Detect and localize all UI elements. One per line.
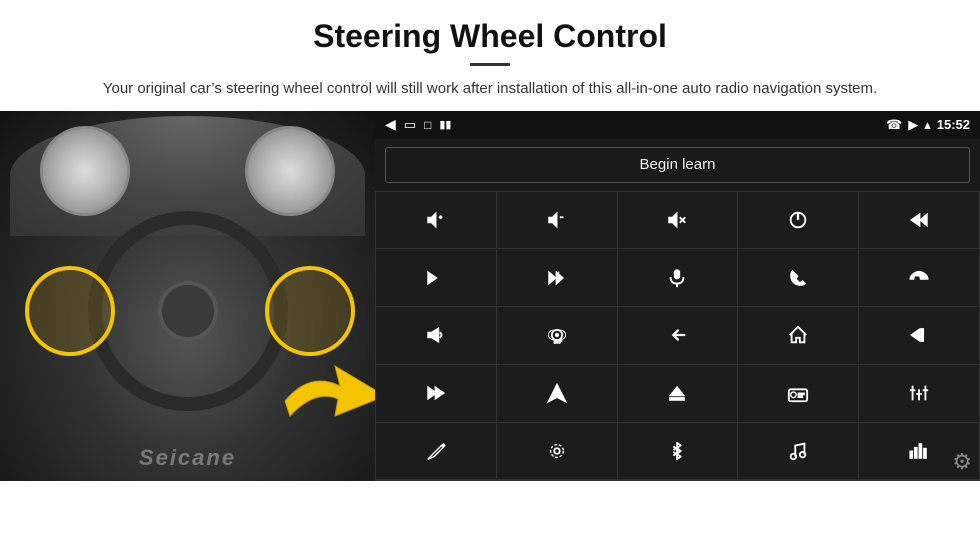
skip-next-button[interactable] <box>376 365 496 422</box>
microphone-button[interactable] <box>618 249 738 306</box>
steering-center <box>158 281 218 341</box>
eject-button[interactable] <box>618 365 738 422</box>
pen-button[interactable] <box>376 423 496 480</box>
yellow-arrow <box>280 361 375 441</box>
begin-learn-button[interactable]: Begin learn <box>385 147 970 183</box>
navigation-button[interactable] <box>497 365 617 422</box>
next-track-button[interactable] <box>376 249 496 306</box>
bluetooth-button[interactable] <box>618 423 738 480</box>
home-nav-button[interactable] <box>738 307 858 364</box>
header-section: Steering Wheel Control Your original car… <box>0 0 980 111</box>
vol-up-button[interactable] <box>376 192 496 249</box>
settings2-button[interactable] <box>497 423 617 480</box>
gauge-right <box>245 126 335 216</box>
android-unit: ◀ ▭ □ ▮▮ ☎ ▶ ▴ 15:52 Begin learn <box>375 111 980 481</box>
back-arrow-icon[interactable]: ◀ <box>385 116 396 133</box>
status-left-icons: ◀ ▭ □ ▮▮ <box>385 116 451 133</box>
music-button[interactable] <box>738 423 858 480</box>
location-icon: ▶ <box>908 117 918 133</box>
wifi-icon: ▴ <box>924 117 931 133</box>
horn-button[interactable] <box>376 307 496 364</box>
equalizer-button[interactable] <box>859 365 979 422</box>
time-display: 15:52 <box>937 117 970 132</box>
car-image-section: Seicane <box>0 111 375 481</box>
title-divider <box>470 63 510 66</box>
radio-button[interactable] <box>738 365 858 422</box>
phone-answer-button[interactable] <box>738 249 858 306</box>
highlight-circle-right <box>265 266 355 356</box>
begin-learn-row: Begin learn <box>375 139 980 191</box>
camera-360-button[interactable]: 360° <box>497 307 617 364</box>
header-subtitle: Your original car’s steering wheel contr… <box>80 78 900 101</box>
back-nav-button[interactable] <box>618 307 738 364</box>
status-right: ☎ ▶ ▴ 15:52 <box>886 117 970 133</box>
square-icon[interactable]: □ <box>424 118 431 132</box>
seicane-watermark: Seicane <box>139 445 236 471</box>
prev-track-button[interactable] <box>859 192 979 249</box>
page-title: Steering Wheel Control <box>60 18 920 55</box>
fast-forward-button[interactable] <box>497 249 617 306</box>
power-button[interactable] <box>738 192 858 249</box>
vol-down-button[interactable] <box>497 192 617 249</box>
steering-wheel <box>88 211 288 411</box>
window-icon[interactable]: ▭ <box>404 117 416 133</box>
content-area: Seicane ◀ ▭ □ ▮▮ ☎ ▶ ▴ <box>0 111 980 481</box>
status-bar: ◀ ▭ □ ▮▮ ☎ ▶ ▴ 15:52 <box>375 111 980 139</box>
battery-icon: ▮▮ <box>439 118 451 131</box>
page-wrapper: Steering Wheel Control Your original car… <box>0 0 980 481</box>
mute-button[interactable] <box>618 192 738 249</box>
highlight-circle-left <box>25 266 115 356</box>
gauge-left <box>40 126 130 216</box>
gear-settings-icon[interactable]: ⚙ <box>952 449 972 475</box>
phone-end-button[interactable] <box>859 249 979 306</box>
controls-grid: 360° <box>375 191 980 481</box>
rewind-button[interactable] <box>859 307 979 364</box>
phone-status-icon: ☎ <box>886 117 902 133</box>
svg-text:360°: 360° <box>553 340 562 345</box>
